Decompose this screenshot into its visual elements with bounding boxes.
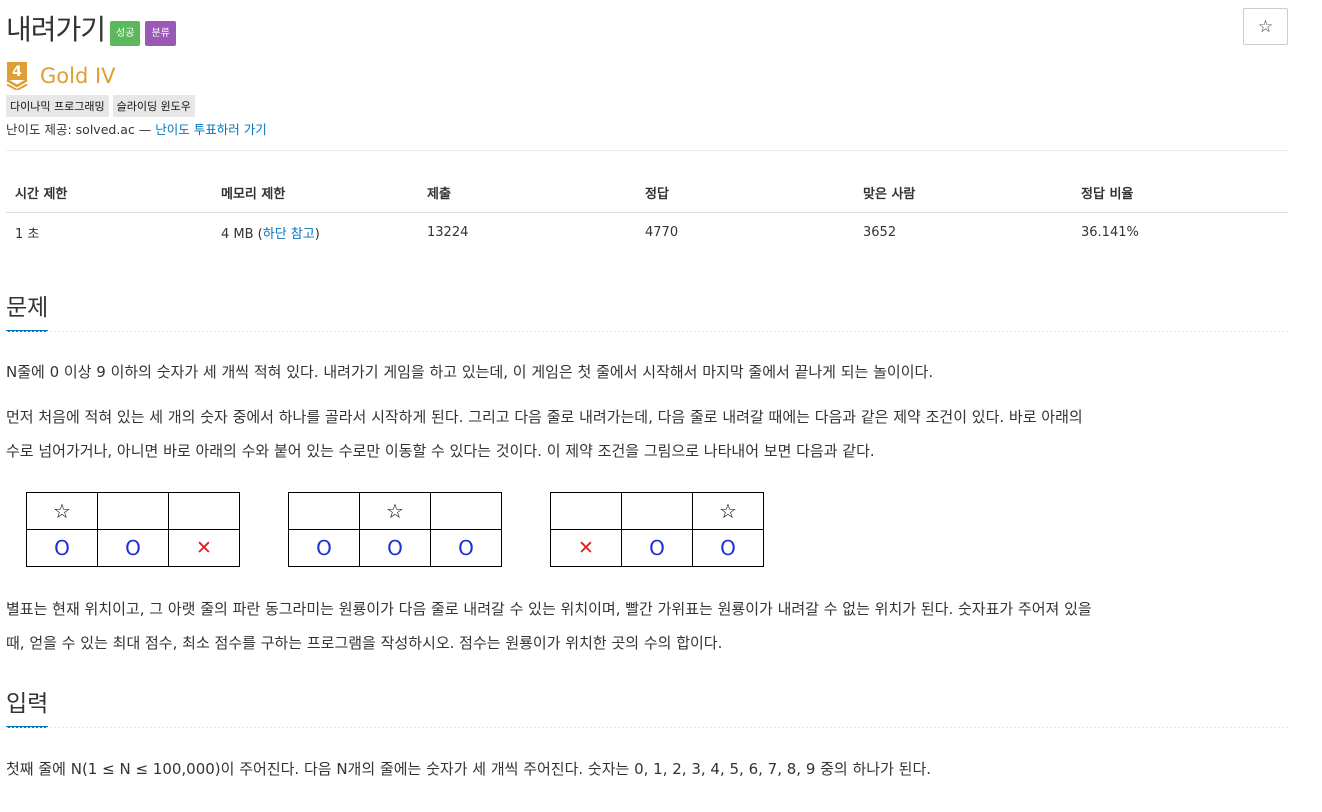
circle-icon: O — [649, 536, 665, 560]
header-solvers: 맞은 사람 — [854, 174, 1072, 213]
circle-icon: O — [316, 536, 332, 560]
problem-section-title: 문제 — [6, 288, 49, 332]
circle-icon: O — [720, 536, 736, 560]
problem-paragraph-3-line-1: 별표는 현재 위치이고, 그 아랫 줄의 파란 동그라미는 원룡이가 다음 줄로… — [6, 600, 1092, 618]
circle-icon: O — [125, 536, 141, 560]
cell-time-limit: 1 초 — [15, 227, 40, 243]
problem-info-table: 시간 제한 메모리 제한 제출 정답 맞은 사람 정답 비율 1 초 4 MB … — [6, 174, 1288, 253]
tier-row: 4 Gold IV — [6, 62, 116, 90]
algorithm-tags: 다이나믹 프로그래밍 슬라이딩 윈도우 — [6, 95, 195, 117]
cell-solvers: 3652 — [863, 225, 897, 241]
title-row: 내려가기 성공 분류 — [6, 8, 176, 48]
input-paragraph: 첫째 줄에 N(1 ≤ N ≤ 100,000)이 주어진다. 다음 N개의 줄… — [6, 760, 932, 778]
header-submissions: 제출 — [418, 174, 636, 213]
cell-memory-limit: 4 MB (하단 참고) — [212, 212, 418, 253]
category-badge[interactable]: 분류 — [145, 20, 176, 46]
movement-diagram-middle: ☆ O O O — [288, 492, 502, 567]
tag-dynamic-programming[interactable]: 다이나믹 프로그래밍 — [6, 95, 109, 117]
tier-number: 4 — [12, 64, 22, 80]
cross-icon: ✕ — [196, 537, 212, 559]
tier-name[interactable]: Gold IV — [40, 64, 116, 88]
cell-accepted: 4770 — [645, 225, 679, 241]
tier-badge-icon: 4 — [6, 62, 28, 90]
cell-ratio: 36.141% — [1081, 225, 1139, 241]
memory-suffix: ) — [314, 227, 320, 243]
memory-note-link[interactable]: 하단 참고 — [263, 227, 315, 242]
problem-paragraph-2-line-1: 먼저 처음에 적혀 있는 세 개의 숫자 중에서 하나를 골라서 시작하게 된다… — [6, 408, 1083, 426]
table-row: 1 초 4 MB (하단 참고) 13224 4770 3652 36.141% — [6, 212, 1288, 253]
divider — [6, 150, 1288, 151]
problem-section-header: 문제 — [6, 288, 1288, 332]
star-icon: ☆ — [386, 499, 404, 523]
memory-value: 4 MB ( — [221, 227, 263, 243]
problem-paragraph-3-line-2: 때, 얻을 수 있는 최대 점수, 최소 점수를 구하는 프로그램을 작성하시오… — [6, 634, 723, 652]
circle-icon: O — [54, 536, 70, 560]
star-icon: ☆ — [53, 499, 71, 523]
tag-sliding-window[interactable]: 슬라이딩 윈도우 — [112, 95, 195, 117]
header-ratio: 정답 비율 — [1072, 174, 1288, 213]
header-accepted: 정답 — [636, 174, 854, 213]
problem-paragraph-2-line-2: 수로 넘어가거나, 아니면 바로 아래의 수와 붙어 있는 수로만 이동할 수 … — [6, 442, 875, 460]
star-icon: ☆ — [719, 499, 737, 523]
vote-difficulty-link[interactable]: 난이도 투표하러 가기 — [155, 122, 266, 137]
cell-submissions: 13224 — [427, 225, 469, 241]
section-divider — [6, 727, 1288, 728]
movement-diagram-right: ☆ ✕ O O — [550, 492, 764, 567]
favorite-star-button[interactable]: ☆ — [1243, 8, 1288, 45]
star-icon: ☆ — [1257, 16, 1274, 37]
circle-icon: O — [387, 536, 403, 560]
problem-paragraph-1: N줄에 0 이상 9 이하의 숫자가 세 개씩 적혀 있다. 내려가기 게임을 … — [6, 363, 934, 381]
header-time-limit: 시간 제한 — [6, 174, 212, 213]
table-header-row: 시간 제한 메모리 제한 제출 정답 맞은 사람 정답 비율 — [6, 174, 1288, 213]
difficulty-provider: 난이도 제공: solved.ac — 난이도 투표하러 가기 — [6, 119, 267, 138]
movement-diagram-left: ☆ O O ✕ — [26, 492, 240, 567]
cross-icon: ✕ — [578, 537, 594, 559]
input-section-header: 입력 — [6, 684, 1288, 728]
problem-paragraph-2: 먼저 처음에 적혀 있는 세 개의 숫자 중에서 하나를 골라서 시작하게 된다… — [6, 400, 1296, 468]
section-divider — [6, 331, 1288, 332]
provider-prefix: 난이도 제공: solved.ac — — [6, 122, 156, 137]
circle-icon: O — [458, 536, 474, 560]
header-memory-limit: 메모리 제한 — [212, 174, 418, 213]
page-title: 내려가기 — [6, 13, 106, 46]
problem-paragraph-3: 별표는 현재 위치이고, 그 아랫 줄의 파란 동그라미는 원룡이가 다음 줄로… — [6, 592, 1296, 660]
status-badge-success[interactable]: 성공 — [110, 20, 141, 46]
input-section-title: 입력 — [6, 684, 49, 728]
